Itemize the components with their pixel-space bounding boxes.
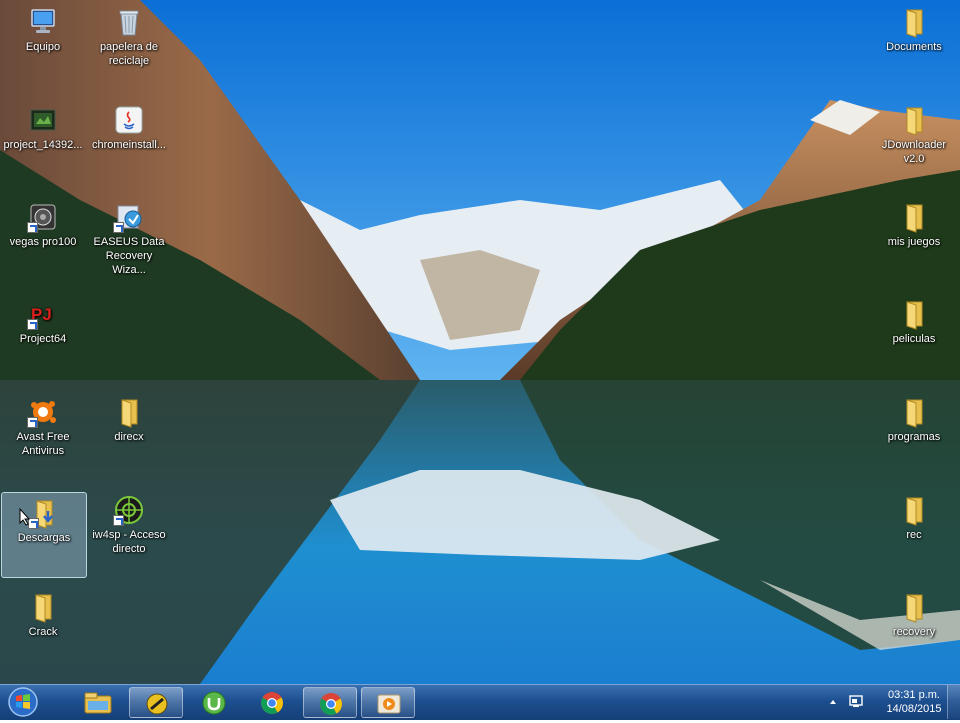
icon-label: vegas pro100	[9, 236, 77, 248]
icon-label: project_14392...	[3, 139, 83, 151]
shortcut-arrow-icon	[113, 515, 124, 526]
desktop-icon-iw4sp[interactable]: iw4sp - Acceso directo	[86, 490, 172, 576]
icon-label: EASEUS Data Recovery Wiza...	[93, 236, 165, 276]
taskbar-explorer-button[interactable]	[71, 687, 125, 718]
desktop-icon-project64[interactable]: PJ Project64	[0, 294, 86, 380]
desktop-icon-peliculas[interactable]: peliculas	[871, 294, 957, 380]
folder-icon	[113, 396, 145, 428]
windows-start-orb-icon	[8, 687, 38, 717]
folder-icon	[898, 298, 930, 330]
clock[interactable]: 03:31 p.m. 14/08/2015	[882, 688, 946, 716]
computer-icon	[27, 6, 59, 38]
icon-label: rec	[906, 529, 922, 541]
folder-icon	[898, 201, 930, 233]
shortcut-arrow-icon	[113, 222, 124, 233]
icon-label: direcx	[114, 431, 144, 443]
java-installer-icon	[113, 104, 145, 136]
video-file-icon	[27, 104, 59, 136]
project64-icon: PJ	[27, 298, 59, 330]
taskbar-chrome-button[interactable]	[245, 687, 299, 718]
show-desktop-button[interactable]	[947, 685, 960, 719]
icon-label: Equipo	[25, 41, 61, 53]
icon-label: iw4sp - Acceso directo	[92, 529, 166, 555]
icon-label: Avast Free Antivirus	[16, 431, 70, 457]
desktop-icon-direcx[interactable]: direcx	[86, 392, 172, 478]
desktop-icon-crack[interactable]: Crack	[0, 587, 86, 673]
icon-label: Project64	[19, 333, 67, 345]
desktop-icon-recovery[interactable]: recovery	[871, 587, 957, 673]
desktop-icon-papelera[interactable]: papelera de reciclaje	[86, 2, 172, 88]
taskbar-media-app-button[interactable]	[129, 687, 183, 718]
desktop-icon-rec[interactable]: rec	[871, 490, 957, 576]
clock-date: 14/08/2015	[886, 703, 942, 715]
shortcut-arrow-icon	[27, 222, 38, 233]
desktop-icon-equipo[interactable]: Equipo	[0, 2, 86, 88]
desktop-icon-jdownloader[interactable]: JDownloader v2.0	[871, 100, 957, 186]
icon-label: papelera de reciclaje	[99, 41, 159, 67]
chrome-icon	[261, 692, 283, 714]
folder-icon	[898, 6, 930, 38]
vegas-pro-icon	[27, 201, 59, 233]
desktop-icon-mis-juegos[interactable]: mis juegos	[871, 197, 957, 283]
file-explorer-icon	[84, 692, 112, 714]
icon-label: Descargas	[17, 532, 71, 544]
taskbar: 03:31 p.m. 14/08/2015	[0, 684, 960, 720]
folder-icon	[898, 104, 930, 136]
icon-label: Documents	[886, 41, 942, 53]
start-button[interactable]	[5, 686, 41, 718]
desktop-icon-avast[interactable]: Avast Free Antivirus	[0, 392, 86, 478]
icon-label: peliculas	[892, 333, 936, 345]
clock-time: 03:31 p.m.	[888, 689, 940, 701]
iw4sp-icon	[113, 494, 145, 526]
show-hidden-icons-icon[interactable]	[828, 697, 838, 707]
icon-label: mis juegos	[887, 236, 941, 248]
shortcut-arrow-icon	[27, 319, 38, 330]
taskbar-media-player-button[interactable]	[361, 687, 415, 718]
utorrent-icon	[202, 691, 226, 715]
downloads-folder-icon	[28, 497, 60, 529]
action-center-flag-icon[interactable]	[848, 693, 864, 709]
media-player-icon	[377, 694, 401, 714]
folder-icon	[898, 591, 930, 623]
shortcut-arrow-icon	[27, 417, 38, 428]
icon-label: chromeinstall...	[92, 139, 166, 151]
mouse-cursor-icon	[19, 508, 31, 526]
avast-icon	[27, 396, 59, 428]
icon-label: JDownloader v2.0	[881, 139, 947, 165]
chrome-icon	[320, 693, 342, 715]
system-tray: 03:31 p.m. 14/08/2015	[820, 685, 960, 721]
folder-icon	[898, 396, 930, 428]
media-app-icon	[146, 693, 168, 715]
icon-label: recovery	[892, 626, 936, 638]
desktop-icon-chromeinstall[interactable]: chromeinstall...	[86, 100, 172, 186]
desktop-icon-vegas-pro[interactable]: vegas pro100	[0, 197, 86, 283]
icon-label: programas	[887, 431, 941, 443]
desktop-icon-easeus[interactable]: EASEUS Data Recovery Wiza...	[86, 197, 172, 283]
icon-label: Crack	[28, 626, 58, 638]
easeus-icon	[113, 201, 145, 233]
folder-icon	[898, 494, 930, 526]
desktop-icon-programas[interactable]: programas	[871, 392, 957, 478]
folder-icon	[27, 591, 59, 623]
desktop-icon-descargas[interactable]: Descargas	[1, 492, 87, 578]
recycle-bin-icon	[113, 6, 145, 38]
desktop-icon-documents[interactable]: Documents	[871, 2, 957, 88]
taskbar-utorrent-button[interactable]	[187, 687, 241, 718]
desktop-icon-project-video[interactable]: project_14392...	[0, 100, 86, 186]
taskbar-chrome-window-button[interactable]	[303, 687, 357, 718]
